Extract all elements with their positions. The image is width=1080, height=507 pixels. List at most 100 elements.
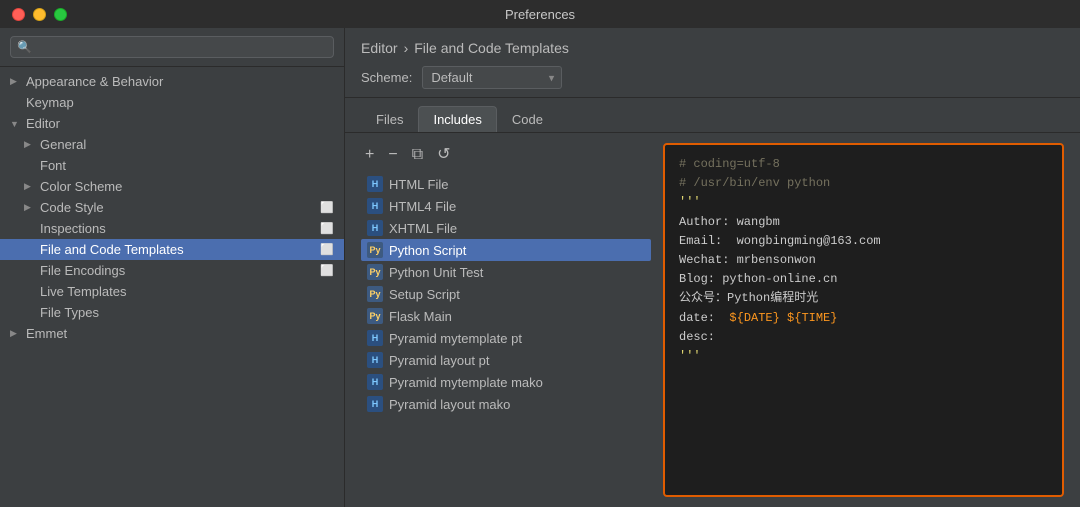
sidebar-item-file-and-code-templates[interactable]: File and Code Templates ⬜ [0, 239, 344, 260]
file-item-label: HTML4 File [389, 199, 456, 214]
html-icon: H [367, 352, 383, 368]
maximize-button[interactable] [54, 8, 67, 21]
scheme-label: Scheme: [361, 70, 412, 85]
sidebar-item-label: Emmet [26, 326, 67, 341]
tab-files[interactable]: Files [361, 106, 418, 132]
html-icon: H [367, 198, 383, 214]
sidebar-item-label: Font [40, 158, 66, 173]
python-icon: Py [367, 264, 383, 280]
sidebar-item-label: File and Code Templates [40, 242, 184, 257]
arrow-icon: ▶ [24, 181, 36, 192]
copy-icon: ⬜ [320, 201, 334, 214]
copy-template-button[interactable]: ⧉ [408, 145, 427, 165]
file-item-flask-main[interactable]: PyFlask Main [361, 305, 651, 327]
remove-button[interactable]: − [384, 145, 401, 165]
copy-icon: ⬜ [320, 222, 334, 235]
arrow-icon: ▼ [10, 119, 22, 129]
arrow-icon: ▶ [10, 328, 22, 339]
sidebar-item-font[interactable]: Font [0, 155, 344, 176]
file-item-pyramid-mytemplate-pt[interactable]: H Pyramid mytemplate pt [361, 327, 651, 349]
file-item-label: Pyramid layout pt [389, 353, 489, 368]
sidebar-item-label: Color Scheme [40, 179, 122, 194]
breadcrumb-parent: Editor [361, 40, 398, 56]
sidebar-item-file-encodings[interactable]: File Encodings ⬜ [0, 260, 344, 281]
code-line: ''' [679, 193, 1048, 212]
copy-icon: ⬜ [320, 243, 334, 256]
sidebar-item-emmet[interactable]: ▶ Emmet [0, 323, 344, 344]
file-item-python-unit-test[interactable]: Py Python Unit Test [361, 261, 651, 283]
code-line: Wechat: mrbensonwon [679, 251, 1048, 270]
arrow-icon: ▶ [10, 76, 22, 87]
code-content[interactable]: # coding=utf-8# /usr/bin/env python'''Au… [665, 145, 1062, 495]
file-item-pyramid-layout-pt[interactable]: H Pyramid layout pt [361, 349, 651, 371]
file-item-label: XHTML File [389, 221, 457, 236]
tab-code[interactable]: Code [497, 106, 558, 132]
sidebar: 🔍 ▶ Appearance & Behavior Keymap ▼ Edito… [0, 28, 345, 507]
scheme-select[interactable]: Default [422, 66, 562, 89]
sidebar-item-keymap[interactable]: Keymap [0, 92, 344, 113]
sidebar-nav: ▶ Appearance & Behavior Keymap ▼ Editor … [0, 67, 344, 507]
file-list-toolbar: + − ⧉ ↺ [361, 143, 651, 167]
html-icon: H [367, 176, 383, 192]
code-line: Author: wangbm [679, 213, 1048, 232]
content-panel: Editor › File and Code Templates Scheme:… [345, 28, 1080, 507]
code-line: 公众号：Python编程时光 [679, 289, 1048, 308]
search-icon: 🔍 [17, 40, 32, 54]
search-input[interactable] [36, 40, 327, 54]
file-item-python-script[interactable]: Py Python Script [361, 239, 651, 261]
python-icon: Py [367, 242, 383, 258]
sidebar-item-label: Keymap [26, 95, 74, 110]
sidebar-item-file-types[interactable]: File Types [0, 302, 344, 323]
file-item-xhtml-file[interactable]: H XHTML File [361, 217, 651, 239]
file-item-label: Python Script [389, 243, 466, 258]
sidebar-item-general[interactable]: ▶ General [0, 134, 344, 155]
search-bar: 🔍 [0, 28, 344, 67]
sidebar-item-label: Live Templates [40, 284, 126, 299]
sidebar-item-label: File Types [40, 305, 99, 320]
tab-includes[interactable]: Includes [418, 106, 496, 132]
file-item-html4-file[interactable]: H HTML4 File [361, 195, 651, 217]
sidebar-item-label: File Encodings [40, 263, 125, 278]
python-icon: Py [367, 286, 383, 302]
add-button[interactable]: + [361, 145, 378, 165]
html-icon: H [367, 330, 383, 346]
code-line: # /usr/bin/env python [679, 174, 1048, 193]
sidebar-item-editor[interactable]: ▼ Editor [0, 113, 344, 134]
arrow-icon: ▶ [24, 202, 36, 213]
file-item-html-file[interactable]: HHTML File [361, 173, 651, 195]
main-layout: 🔍 ▶ Appearance & Behavior Keymap ▼ Edito… [0, 28, 1080, 507]
sidebar-item-appearance[interactable]: ▶ Appearance & Behavior [0, 71, 344, 92]
sidebar-item-label: Code Style [40, 200, 104, 215]
code-line: desc: [679, 328, 1048, 347]
breadcrumb-sep: › [404, 40, 409, 56]
reset-button[interactable]: ↺ [433, 145, 454, 165]
file-item-pyramid-layout-mako[interactable]: HPyramid layout mako [361, 393, 651, 415]
minimize-button[interactable] [33, 8, 46, 21]
scheme-select-wrap[interactable]: Default [422, 66, 562, 89]
html-icon: H [367, 220, 383, 236]
sidebar-item-label: Editor [26, 116, 60, 131]
sidebar-item-label: Inspections [40, 221, 106, 236]
file-item-pyramid-mytemplate-mako[interactable]: HPyramid mytemplate mako [361, 371, 651, 393]
sidebar-item-inspections[interactable]: Inspections ⬜ [0, 218, 344, 239]
breadcrumb-current: File and Code Templates [414, 40, 569, 56]
code-line: Email: wongbingming@163.com [679, 232, 1048, 251]
file-item-label: Python Unit Test [389, 265, 483, 280]
file-list-panel: + − ⧉ ↺ HHTML FileHHTML4 FileHXHTML File… [361, 143, 651, 497]
titlebar: Preferences [0, 0, 1080, 28]
code-editor: # coding=utf-8# /usr/bin/env python'''Au… [663, 143, 1064, 497]
search-input-wrap[interactable]: 🔍 [10, 36, 334, 58]
sidebar-item-live-templates[interactable]: Live Templates [0, 281, 344, 302]
html-icon: H [367, 396, 383, 412]
sidebar-item-label: General [40, 137, 86, 152]
window-title: Preferences [505, 7, 575, 22]
file-item-setup-script[interactable]: PySetup Script [361, 283, 651, 305]
sidebar-item-color-scheme[interactable]: ▶ Color Scheme [0, 176, 344, 197]
close-button[interactable] [12, 8, 25, 21]
code-line: ''' [679, 347, 1048, 366]
sidebar-item-code-style[interactable]: ▶ Code Style ⬜ [0, 197, 344, 218]
code-line: Blog: python-online.cn [679, 270, 1048, 289]
content-body: + − ⧉ ↺ HHTML FileHHTML4 FileHXHTML File… [345, 133, 1080, 507]
tabs-row: Files Includes Code [345, 98, 1080, 133]
file-item-label: Pyramid mytemplate pt [389, 331, 522, 346]
